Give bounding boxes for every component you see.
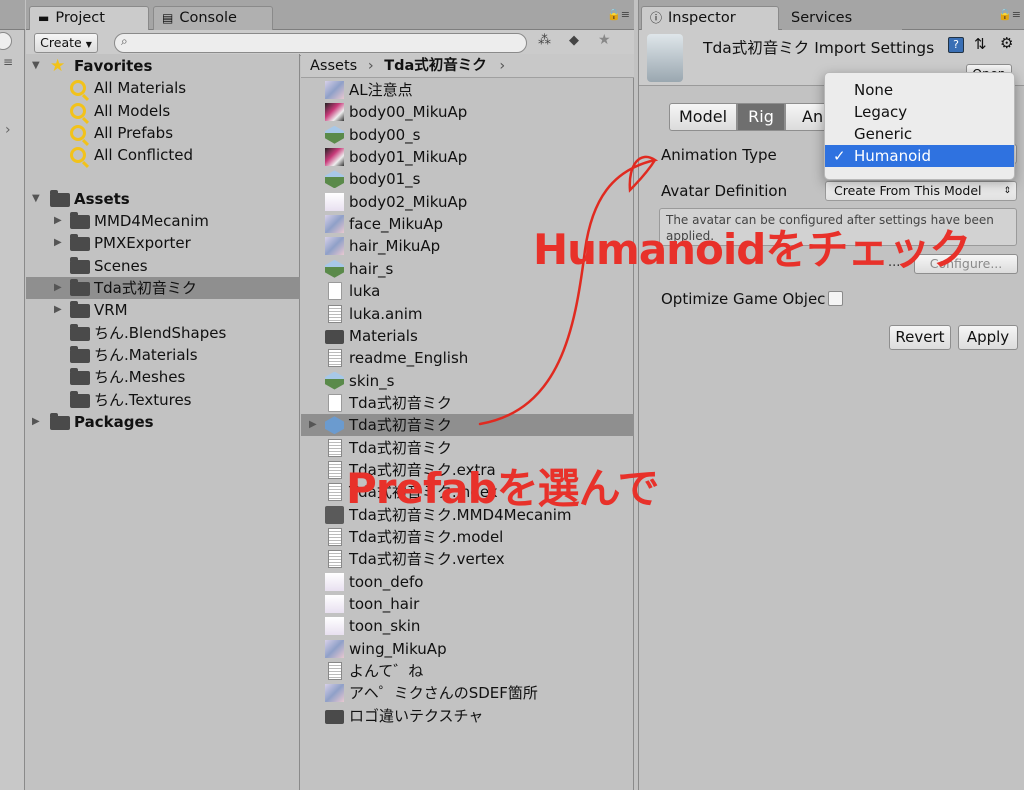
annotation-humanoid: Humanoidをチェック	[533, 225, 971, 274]
annotation-arrow	[478, 155, 659, 426]
annotation-prefab: Prefabを選んで	[346, 464, 660, 513]
annotation-arrow-line	[478, 155, 659, 426]
